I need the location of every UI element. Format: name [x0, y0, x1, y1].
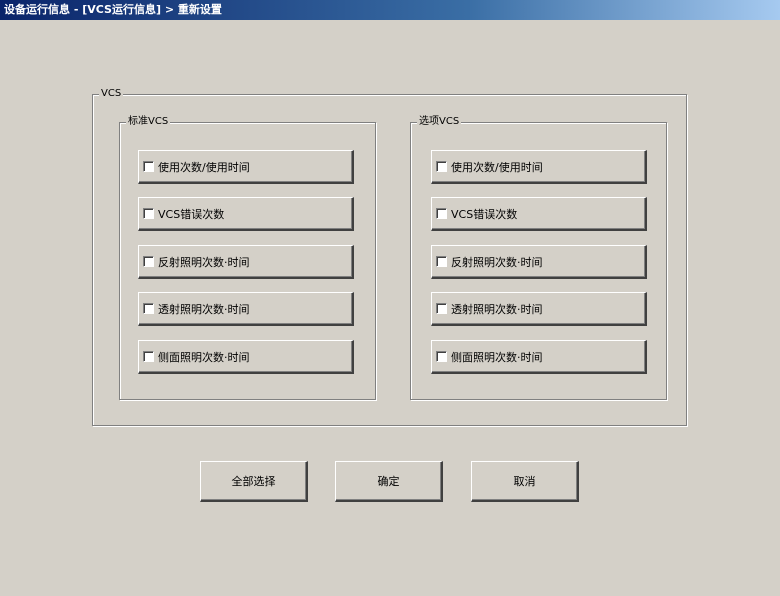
checkbox-icon[interactable] — [436, 208, 447, 219]
option-vcs-group-legend: 选项VCS — [417, 115, 462, 129]
dialog-body: VCS 标准VCS 使用次数/使用时间 VCS错误次数 反射照明次数·时间 透射… — [0, 20, 780, 596]
option-option-side-light-count-time[interactable]: 侧面照明次数·时间 — [431, 340, 647, 374]
option-label: 反射照明次数·时间 — [451, 255, 543, 269]
checkbox-icon[interactable] — [143, 256, 154, 267]
option-label: 侧面照明次数·时间 — [158, 350, 250, 364]
option-label: VCS错误次数 — [451, 207, 518, 221]
checkbox-icon[interactable] — [436, 351, 447, 362]
option-option-reflect-light-count-time[interactable]: 反射照明次数·时间 — [431, 245, 647, 279]
standard-option-transmit-light-count-time[interactable]: 透射照明次数·时间 — [138, 292, 354, 326]
checkbox-icon[interactable] — [436, 161, 447, 172]
vcs-group-legend: VCS — [99, 87, 124, 101]
option-vcs-group: 选项VCS 使用次数/使用时间 VCS错误次数 反射照明次数·时间 透射照明次数… — [410, 115, 667, 400]
option-label: VCS错误次数 — [158, 207, 225, 221]
option-option-vcs-error-count[interactable]: VCS错误次数 — [431, 197, 647, 231]
option-option-transmit-light-count-time[interactable]: 透射照明次数·时间 — [431, 292, 647, 326]
option-option-usage-count-time[interactable]: 使用次数/使用时间 — [431, 150, 647, 184]
option-label: 透射照明次数·时间 — [158, 302, 250, 316]
standard-option-reflect-light-count-time[interactable]: 反射照明次数·时间 — [138, 245, 354, 279]
standard-vcs-group-legend: 标准VCS — [126, 115, 171, 129]
checkbox-icon[interactable] — [143, 303, 154, 314]
vcs-group: VCS 标准VCS 使用次数/使用时间 VCS错误次数 反射照明次数·时间 透射… — [92, 87, 687, 426]
window-title: 设备运行信息 - [VCS运行信息] > 重新设置 — [4, 3, 222, 16]
checkbox-icon[interactable] — [143, 351, 154, 362]
option-label: 透射照明次数·时间 — [451, 302, 543, 316]
checkbox-icon[interactable] — [436, 256, 447, 267]
standard-option-side-light-count-time[interactable]: 侧面照明次数·时间 — [138, 340, 354, 374]
select-all-button[interactable]: 全部选择 — [200, 461, 308, 502]
option-label: 侧面照明次数·时间 — [451, 350, 543, 364]
standard-option-usage-count-time[interactable]: 使用次数/使用时间 — [138, 150, 354, 184]
checkbox-icon[interactable] — [143, 161, 154, 172]
option-label: 使用次数/使用时间 — [158, 160, 250, 174]
checkbox-icon[interactable] — [143, 208, 154, 219]
ok-button[interactable]: 确定 — [335, 461, 443, 502]
standard-option-vcs-error-count[interactable]: VCS错误次数 — [138, 197, 354, 231]
option-label: 使用次数/使用时间 — [451, 160, 543, 174]
cancel-button[interactable]: 取消 — [471, 461, 579, 502]
standard-vcs-group: 标准VCS 使用次数/使用时间 VCS错误次数 反射照明次数·时间 透射照明次数… — [119, 115, 376, 400]
window-title-bar[interactable]: 设备运行信息 - [VCS运行信息] > 重新设置 — [0, 0, 780, 20]
option-label: 反射照明次数·时间 — [158, 255, 250, 269]
checkbox-icon[interactable] — [436, 303, 447, 314]
